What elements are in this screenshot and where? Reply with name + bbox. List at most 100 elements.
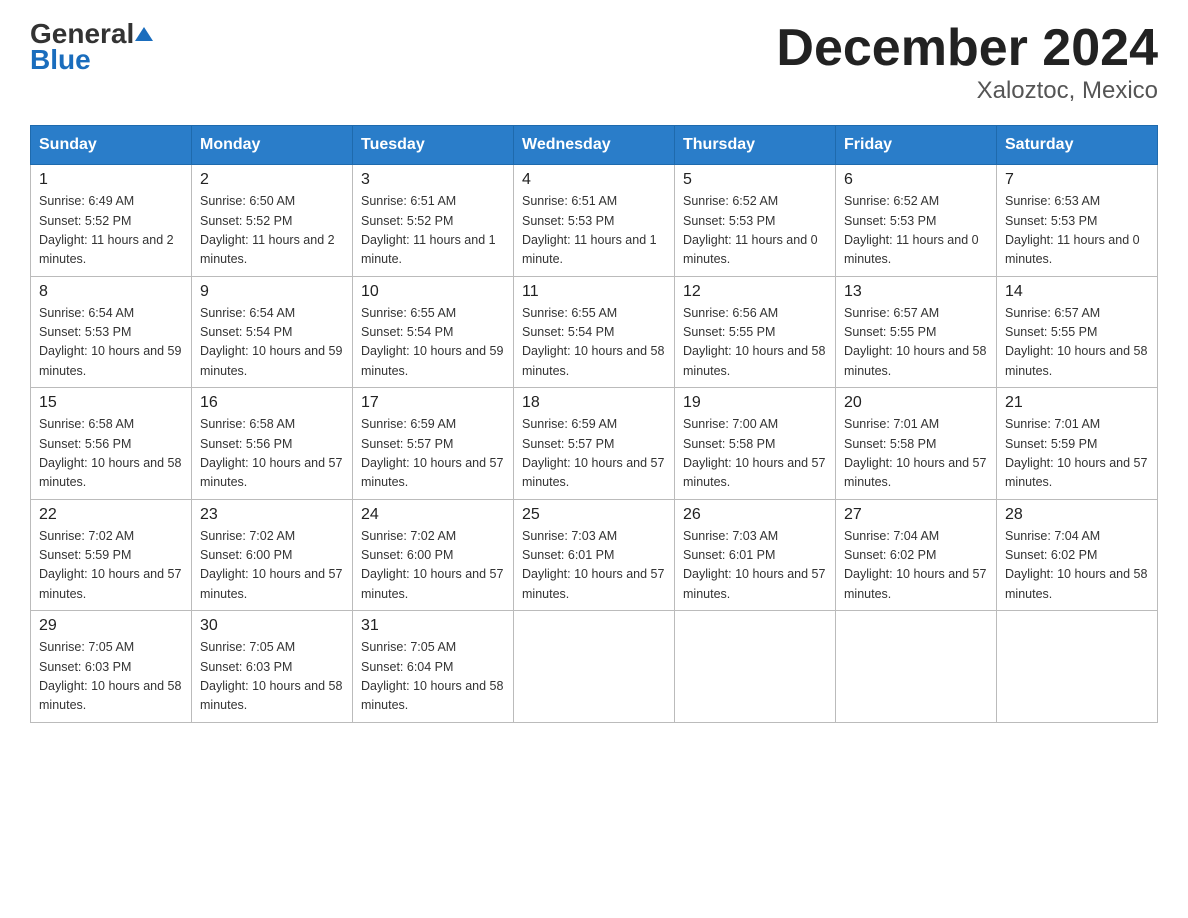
day-number: 10 (361, 283, 505, 301)
calendar-week-row: 8 Sunrise: 6:54 AMSunset: 5:53 PMDayligh… (31, 276, 1158, 388)
day-info: Sunrise: 7:05 AMSunset: 6:03 PMDaylight:… (200, 638, 344, 716)
calendar-cell: 17 Sunrise: 6:59 AMSunset: 5:57 PMDaylig… (353, 388, 514, 500)
day-number: 28 (1005, 506, 1149, 524)
day-info: Sunrise: 6:53 AMSunset: 5:53 PMDaylight:… (1005, 192, 1149, 270)
calendar-cell: 14 Sunrise: 6:57 AMSunset: 5:55 PMDaylig… (997, 276, 1158, 388)
day-info: Sunrise: 7:02 AMSunset: 5:59 PMDaylight:… (39, 527, 183, 605)
day-number: 3 (361, 171, 505, 189)
day-of-week-header: Thursday (675, 126, 836, 165)
day-info: Sunrise: 6:59 AMSunset: 5:57 PMDaylight:… (361, 415, 505, 493)
day-number: 11 (522, 283, 666, 301)
calendar-week-row: 1 Sunrise: 6:49 AMSunset: 5:52 PMDayligh… (31, 165, 1158, 277)
day-info: Sunrise: 6:55 AMSunset: 5:54 PMDaylight:… (522, 304, 666, 382)
day-number: 15 (39, 394, 183, 412)
calendar-cell: 27 Sunrise: 7:04 AMSunset: 6:02 PMDaylig… (836, 499, 997, 611)
day-number: 26 (683, 506, 827, 524)
calendar-cell: 4 Sunrise: 6:51 AMSunset: 5:53 PMDayligh… (514, 165, 675, 277)
day-number: 24 (361, 506, 505, 524)
calendar-cell (836, 611, 997, 723)
day-of-week-header: Monday (192, 126, 353, 165)
day-info: Sunrise: 6:54 AMSunset: 5:54 PMDaylight:… (200, 304, 344, 382)
day-number: 21 (1005, 394, 1149, 412)
day-info: Sunrise: 7:03 AMSunset: 6:01 PMDaylight:… (522, 527, 666, 605)
day-number: 25 (522, 506, 666, 524)
day-number: 16 (200, 394, 344, 412)
day-of-week-header: Sunday (31, 126, 192, 165)
day-number: 29 (39, 617, 183, 635)
day-info: Sunrise: 6:58 AMSunset: 5:56 PMDaylight:… (39, 415, 183, 493)
calendar-cell: 28 Sunrise: 7:04 AMSunset: 6:02 PMDaylig… (997, 499, 1158, 611)
day-info: Sunrise: 7:05 AMSunset: 6:04 PMDaylight:… (361, 638, 505, 716)
day-number: 12 (683, 283, 827, 301)
calendar-cell: 15 Sunrise: 6:58 AMSunset: 5:56 PMDaylig… (31, 388, 192, 500)
day-info: Sunrise: 7:02 AMSunset: 6:00 PMDaylight:… (361, 527, 505, 605)
day-number: 31 (361, 617, 505, 635)
day-info: Sunrise: 6:51 AMSunset: 5:53 PMDaylight:… (522, 192, 666, 270)
calendar-cell: 1 Sunrise: 6:49 AMSunset: 5:52 PMDayligh… (31, 165, 192, 277)
day-info: Sunrise: 6:51 AMSunset: 5:52 PMDaylight:… (361, 192, 505, 270)
calendar-cell: 8 Sunrise: 6:54 AMSunset: 5:53 PMDayligh… (31, 276, 192, 388)
day-number: 17 (361, 394, 505, 412)
calendar-cell: 20 Sunrise: 7:01 AMSunset: 5:58 PMDaylig… (836, 388, 997, 500)
calendar-header-row: SundayMondayTuesdayWednesdayThursdayFrid… (31, 126, 1158, 165)
calendar-cell: 3 Sunrise: 6:51 AMSunset: 5:52 PMDayligh… (353, 165, 514, 277)
day-of-week-header: Tuesday (353, 126, 514, 165)
calendar-week-row: 29 Sunrise: 7:05 AMSunset: 6:03 PMDaylig… (31, 611, 1158, 723)
day-number: 6 (844, 171, 988, 189)
calendar-cell: 23 Sunrise: 7:02 AMSunset: 6:00 PMDaylig… (192, 499, 353, 611)
day-info: Sunrise: 6:57 AMSunset: 5:55 PMDaylight:… (844, 304, 988, 382)
day-number: 13 (844, 283, 988, 301)
day-info: Sunrise: 6:59 AMSunset: 5:57 PMDaylight:… (522, 415, 666, 493)
calendar-cell: 16 Sunrise: 6:58 AMSunset: 5:56 PMDaylig… (192, 388, 353, 500)
calendar-week-row: 15 Sunrise: 6:58 AMSunset: 5:56 PMDaylig… (31, 388, 1158, 500)
day-number: 7 (1005, 171, 1149, 189)
day-info: Sunrise: 7:01 AMSunset: 5:59 PMDaylight:… (1005, 415, 1149, 493)
calendar-week-row: 22 Sunrise: 7:02 AMSunset: 5:59 PMDaylig… (31, 499, 1158, 611)
calendar-cell: 2 Sunrise: 6:50 AMSunset: 5:52 PMDayligh… (192, 165, 353, 277)
calendar-cell: 7 Sunrise: 6:53 AMSunset: 5:53 PMDayligh… (997, 165, 1158, 277)
day-number: 22 (39, 506, 183, 524)
day-of-week-header: Friday (836, 126, 997, 165)
day-number: 9 (200, 283, 344, 301)
calendar-cell: 9 Sunrise: 6:54 AMSunset: 5:54 PMDayligh… (192, 276, 353, 388)
calendar-cell (997, 611, 1158, 723)
day-number: 20 (844, 394, 988, 412)
title-section: December 2024 Xaloztoc, Mexico (776, 20, 1158, 105)
calendar-cell: 29 Sunrise: 7:05 AMSunset: 6:03 PMDaylig… (31, 611, 192, 723)
day-info: Sunrise: 7:05 AMSunset: 6:03 PMDaylight:… (39, 638, 183, 716)
day-number: 5 (683, 171, 827, 189)
day-number: 4 (522, 171, 666, 189)
day-number: 2 (200, 171, 344, 189)
day-info: Sunrise: 6:52 AMSunset: 5:53 PMDaylight:… (683, 192, 827, 270)
day-number: 30 (200, 617, 344, 635)
day-number: 1 (39, 171, 183, 189)
calendar-cell: 30 Sunrise: 7:05 AMSunset: 6:03 PMDaylig… (192, 611, 353, 723)
day-of-week-header: Saturday (997, 126, 1158, 165)
calendar-cell: 25 Sunrise: 7:03 AMSunset: 6:01 PMDaylig… (514, 499, 675, 611)
calendar-cell: 12 Sunrise: 6:56 AMSunset: 5:55 PMDaylig… (675, 276, 836, 388)
calendar-cell (675, 611, 836, 723)
calendar-cell (514, 611, 675, 723)
day-info: Sunrise: 6:50 AMSunset: 5:52 PMDaylight:… (200, 192, 344, 270)
logo: General Blue (30, 20, 154, 74)
page-subtitle: Xaloztoc, Mexico (776, 77, 1158, 105)
day-number: 23 (200, 506, 344, 524)
day-info: Sunrise: 6:56 AMSunset: 5:55 PMDaylight:… (683, 304, 827, 382)
calendar-cell: 5 Sunrise: 6:52 AMSunset: 5:53 PMDayligh… (675, 165, 836, 277)
calendar-cell: 31 Sunrise: 7:05 AMSunset: 6:04 PMDaylig… (353, 611, 514, 723)
day-info: Sunrise: 6:52 AMSunset: 5:53 PMDaylight:… (844, 192, 988, 270)
day-info: Sunrise: 7:04 AMSunset: 6:02 PMDaylight:… (1005, 527, 1149, 605)
day-info: Sunrise: 6:49 AMSunset: 5:52 PMDaylight:… (39, 192, 183, 270)
day-number: 14 (1005, 283, 1149, 301)
calendar-cell: 26 Sunrise: 7:03 AMSunset: 6:01 PMDaylig… (675, 499, 836, 611)
page-title: December 2024 (776, 20, 1158, 77)
day-number: 8 (39, 283, 183, 301)
calendar-cell: 10 Sunrise: 6:55 AMSunset: 5:54 PMDaylig… (353, 276, 514, 388)
calendar-cell: 24 Sunrise: 7:02 AMSunset: 6:00 PMDaylig… (353, 499, 514, 611)
day-number: 27 (844, 506, 988, 524)
day-info: Sunrise: 6:55 AMSunset: 5:54 PMDaylight:… (361, 304, 505, 382)
day-info: Sunrise: 7:01 AMSunset: 5:58 PMDaylight:… (844, 415, 988, 493)
day-info: Sunrise: 7:00 AMSunset: 5:58 PMDaylight:… (683, 415, 827, 493)
day-info: Sunrise: 6:58 AMSunset: 5:56 PMDaylight:… (200, 415, 344, 493)
day-info: Sunrise: 6:57 AMSunset: 5:55 PMDaylight:… (1005, 304, 1149, 382)
